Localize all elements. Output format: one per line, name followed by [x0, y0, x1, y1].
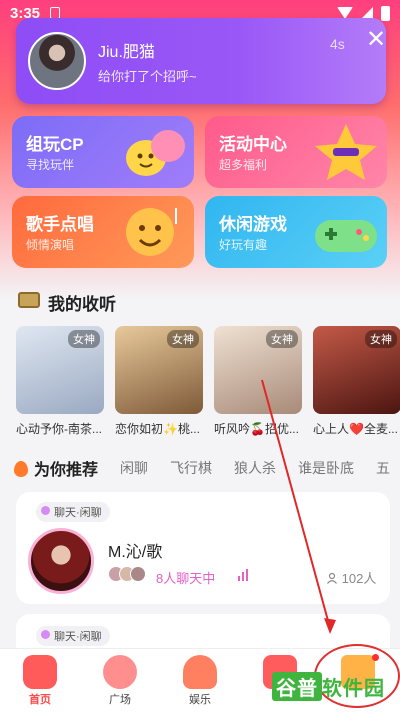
watermark-part2: 软件园 [322, 678, 385, 700]
watermark-part1: 谷普 [272, 672, 322, 701]
annotation-arrow [261, 379, 336, 634]
watermark: 谷普 软件园 [272, 672, 385, 701]
